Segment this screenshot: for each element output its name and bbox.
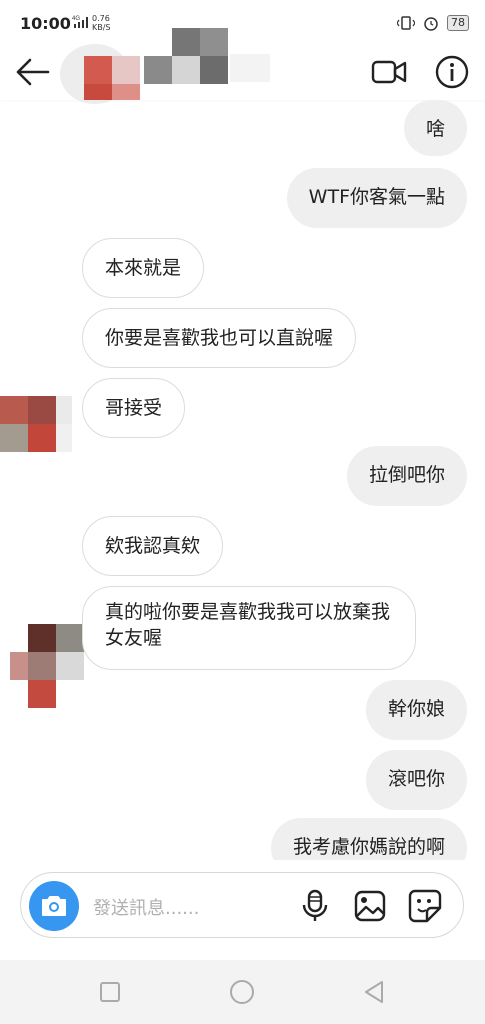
message-incoming: 你要是喜歡我也可以直說喔 [82,308,357,368]
message-outgoing: 我考慮你媽說的啊 [270,818,467,860]
message-incoming: 哥接受 [82,378,186,438]
sticker-icon[interactable] [407,888,443,924]
message-incoming: 本來就是 [82,238,205,298]
status-right: 78 [397,14,469,32]
image-icon[interactable] [353,889,387,923]
sender-avatar-pixelated [0,624,86,714]
speed-unit: KB/S [92,23,111,32]
video-camera-icon[interactable] [370,56,408,88]
chat-header [0,28,485,104]
message-outgoing: 幹你娘 [365,680,467,740]
alarm-icon [424,17,438,31]
sender-avatar-pixelated [0,396,72,456]
battery-level: 78 [447,15,469,31]
network-type: 4G [72,16,80,22]
arrow-left-icon[interactable] [14,56,50,88]
message-outgoing: WTF你客氣一點 [286,168,467,228]
message-input[interactable]: 發送訊息...... [93,894,199,920]
system-navigation-bar [0,960,485,1024]
camera-icon [42,896,66,916]
message-composer[interactable]: 發送訊息...... [20,872,464,938]
signal-icon: 4G [72,16,88,28]
recent-apps-icon[interactable] [96,978,124,1006]
network-speed: 0.76 KB/S [92,14,111,32]
speed-value: 0.76 [92,14,110,23]
message-outgoing: 啥 [403,100,467,156]
message-outgoing: 滾吧你 [365,750,467,810]
message-incoming: 真的啦你要是喜歡我我可以放棄我女友喔 [82,586,416,670]
home-icon[interactable] [228,978,256,1006]
message-incoming: 欸我認真欸 [82,516,224,576]
message-thread[interactable]: 啥 WTF你客氣一點 本來就是 你要是喜歡我也可以直說喔 哥接受 拉倒吧你 欸我… [0,100,485,860]
status-time: 10:00 [20,14,71,33]
microphone-icon[interactable] [299,889,331,923]
back-nav-icon[interactable] [360,978,388,1006]
vibrate-icon [397,16,415,30]
contact-avatar-pixelated[interactable] [60,28,270,104]
camera-button[interactable] [29,881,79,931]
message-outgoing: 拉倒吧你 [346,446,467,506]
info-icon[interactable] [434,54,470,90]
